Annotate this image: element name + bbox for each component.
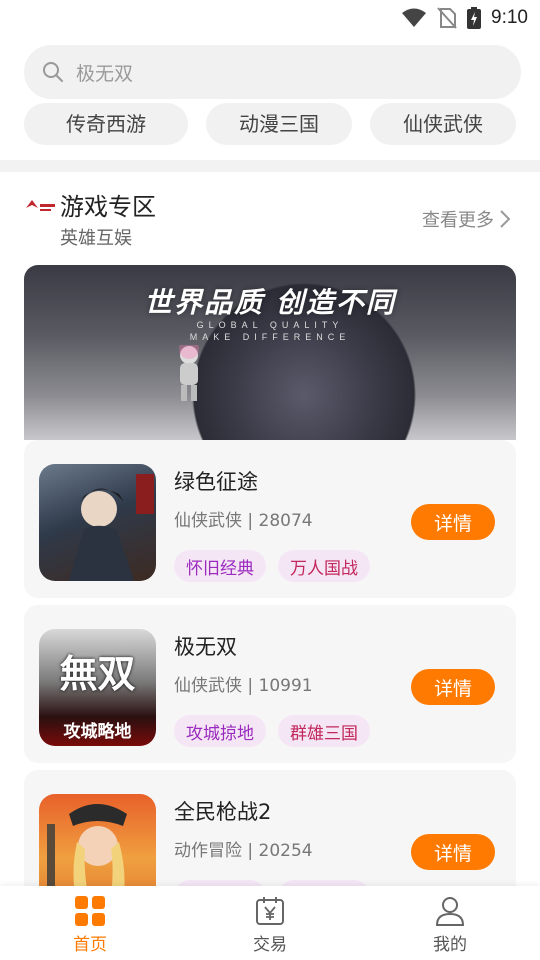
status-icons: 9:10: [401, 6, 528, 30]
chevron-right-icon: [500, 210, 510, 228]
banner-title: 世界品质 创造不同: [144, 286, 396, 319]
see-more-link[interactable]: 查看更多: [422, 206, 510, 232]
nav-label-home: 首页: [73, 935, 107, 955]
game-tag: 怀旧经典: [174, 550, 266, 582]
game-icon: 無双 攻城略地: [39, 629, 156, 746]
game-tag: 万人国战: [278, 550, 370, 582]
game-tag: 攻城掠地: [174, 715, 266, 747]
bottom-nav: 首页 交易 我的: [0, 886, 540, 960]
nav-label-trade: 交易: [253, 935, 287, 955]
details-button[interactable]: 详情: [411, 504, 495, 540]
details-button[interactable]: 详情: [411, 669, 495, 705]
details-button[interactable]: 详情: [411, 834, 495, 870]
nav-item-home[interactable]: 首页: [40, 896, 140, 956]
game-icon-subtitle: 攻城略地: [63, 722, 132, 742]
chip-category[interactable]: 动漫三国: [206, 103, 352, 145]
game-meta: 仙侠武侠 | 28074: [174, 511, 313, 531]
game-name: 极无双: [174, 635, 237, 659]
search-icon: [43, 62, 63, 82]
banner-subtitle-2: MAKE DIFFERENCE: [189, 332, 351, 342]
search-input[interactable]: 极无双: [24, 45, 521, 99]
wifi-icon: [402, 8, 427, 27]
category-chips: 传奇西游 动漫三国 仙侠武侠: [0, 103, 540, 145]
app-screen: 9:10 极无双 传奇西游 动漫三国 仙侠武侠 游戏专区 英雄互娱 查看更多 世…: [0, 0, 540, 960]
game-card[interactable]: 绿色征途 仙侠武侠 | 28074 怀旧经典 万人国战 详情: [24, 440, 516, 598]
search-placeholder: 极无双: [76, 62, 134, 85]
chip-category[interactable]: 传奇西游: [24, 103, 188, 145]
nav-label-profile: 我的: [433, 935, 467, 955]
banner-subtitle-1: GLOBAL QUALITY: [196, 320, 344, 330]
calendar-yen-icon: [256, 897, 284, 925]
user-icon: [435, 897, 465, 926]
status-time: 9:10: [491, 7, 528, 28]
game-meta: 仙侠武侠 | 10991: [174, 676, 313, 696]
game-tag: 群雄三国: [278, 715, 370, 747]
game-card[interactable]: 無双 攻城略地 极无双 仙侠武侠 | 10991 攻城掠地 群雄三国 详情: [24, 605, 516, 763]
zone-subtitle: 英雄互娱: [60, 228, 132, 249]
section-divider: [0, 160, 540, 172]
publisher-logo: [26, 200, 55, 211]
game-icon: [39, 464, 156, 581]
status-bar: 9:10: [0, 0, 540, 36]
astronaut-illustration: [179, 345, 199, 401]
see-more-label: 查看更多: [422, 210, 494, 231]
nav-item-trade[interactable]: 交易: [220, 896, 320, 956]
zone-title: 游戏专区: [60, 193, 156, 221]
zone-banner[interactable]: 世界品质 创造不同 GLOBAL QUALITY MAKE DIFFERENCE: [24, 265, 516, 440]
no-sim-icon: [437, 7, 457, 29]
home-grid-icon: [75, 896, 105, 926]
battery-charging-icon: [467, 7, 482, 29]
chip-category[interactable]: 仙侠武侠: [370, 103, 516, 145]
game-meta: 动作冒险 | 20254: [174, 841, 313, 861]
game-icon-title: 無双: [59, 651, 136, 696]
game-name: 绿色征途: [174, 470, 258, 494]
game-name: 全民枪战2: [174, 800, 272, 824]
nav-item-profile[interactable]: 我的: [400, 896, 500, 956]
